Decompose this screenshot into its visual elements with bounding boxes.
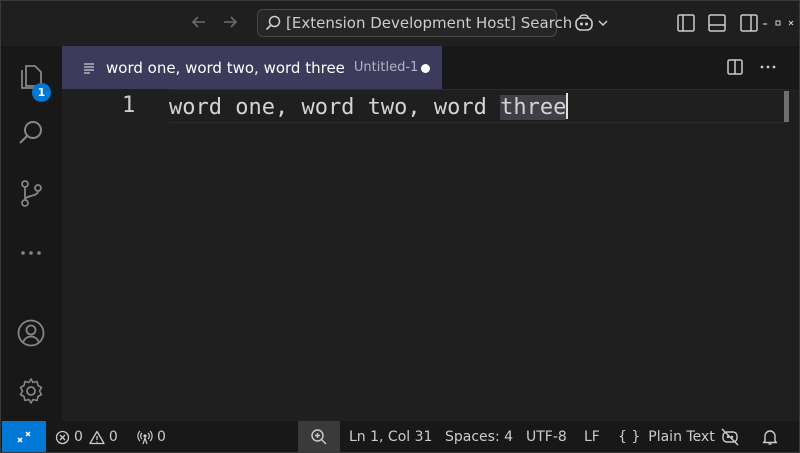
more-icon[interactable] bbox=[0, 228, 62, 278]
zoom-indicator[interactable] bbox=[298, 421, 340, 453]
tab-title: word one, word two, word three bbox=[106, 58, 345, 77]
tab-untitled-1[interactable]: word one, word two, word three Untitled-… bbox=[62, 46, 442, 89]
ports-count: 0 bbox=[157, 429, 166, 445]
warning-count: 0 bbox=[108, 429, 118, 445]
command-center-search[interactable]: [Extension Development Host] Search bbox=[257, 9, 572, 37]
status-bar: 0 0 0 Ln 1, Col 31 Spaces: 4 UTF-8 LF { … bbox=[0, 421, 800, 453]
unsaved-dot-icon[interactable] bbox=[421, 64, 430, 73]
cursor-position[interactable]: Ln 1, Col 31 bbox=[349, 421, 432, 453]
braces-icon: { } bbox=[618, 429, 641, 445]
search-label: [Extension Development Host] Search bbox=[286, 14, 573, 32]
indentation[interactable]: Spaces: 4 bbox=[445, 421, 513, 453]
bell-icon[interactable] bbox=[761, 421, 779, 453]
code-line[interactable]: word one, word two, word three bbox=[169, 93, 569, 120]
account-icon[interactable] bbox=[0, 308, 62, 358]
chevron-down-icon[interactable] bbox=[596, 12, 618, 34]
copilot-status-icon[interactable] bbox=[720, 421, 740, 453]
end-of-line[interactable]: LF bbox=[584, 421, 600, 453]
zoom-in-icon bbox=[311, 429, 327, 445]
arrow-left-icon[interactable] bbox=[188, 10, 210, 34]
language-mode[interactable]: { } Plain Text bbox=[618, 421, 715, 453]
toggle-panel-icon[interactable] bbox=[706, 12, 728, 34]
more-actions-icon[interactable] bbox=[759, 58, 777, 80]
scrollbar-slider[interactable] bbox=[784, 91, 789, 122]
ports-indicator[interactable]: 0 bbox=[137, 421, 166, 453]
problems-indicator[interactable]: 0 0 bbox=[55, 421, 118, 453]
remote-icon bbox=[17, 431, 31, 443]
remote-indicator[interactable] bbox=[2, 421, 46, 453]
broadcast-icon bbox=[137, 430, 153, 445]
tab-description: Untitled-1 bbox=[353, 60, 419, 75]
text-file-icon bbox=[82, 61, 96, 75]
close-icon[interactable] bbox=[787, 12, 795, 34]
language-label: Plain Text bbox=[648, 429, 715, 445]
code-text: word one, word two, word bbox=[169, 95, 501, 120]
explorer-badge: 1 bbox=[32, 83, 51, 102]
copilot-icon[interactable] bbox=[573, 12, 595, 34]
toggle-secondary-sidebar-icon[interactable] bbox=[738, 12, 760, 34]
toggle-primary-sidebar-icon[interactable] bbox=[675, 12, 697, 34]
text-cursor bbox=[566, 93, 569, 119]
arrow-right-icon[interactable] bbox=[219, 10, 241, 34]
source-control-icon[interactable] bbox=[0, 168, 62, 218]
minimize-icon[interactable] bbox=[761, 12, 769, 34]
error-count: 0 bbox=[74, 429, 83, 445]
settings-gear-icon[interactable] bbox=[0, 366, 62, 416]
search-icon[interactable] bbox=[0, 108, 62, 158]
maximize-icon[interactable] bbox=[774, 12, 782, 34]
explorer-icon[interactable]: 1 bbox=[0, 52, 62, 102]
activity-bar: 1 bbox=[0, 46, 62, 421]
split-editor-icon[interactable] bbox=[726, 58, 744, 80]
selected-text: three bbox=[500, 95, 567, 120]
warning-icon bbox=[89, 430, 105, 444]
encoding[interactable]: UTF-8 bbox=[526, 421, 567, 453]
editor-tab-bar: word one, word two, word three Untitled-… bbox=[62, 46, 800, 89]
line-number: 1 bbox=[122, 93, 136, 118]
search-icon bbox=[264, 14, 282, 32]
editor-area[interactable]: 1 word one, word two, word three bbox=[62, 89, 800, 421]
title-bar: [Extension Development Host] Search bbox=[0, 0, 800, 46]
error-icon bbox=[55, 430, 70, 444]
